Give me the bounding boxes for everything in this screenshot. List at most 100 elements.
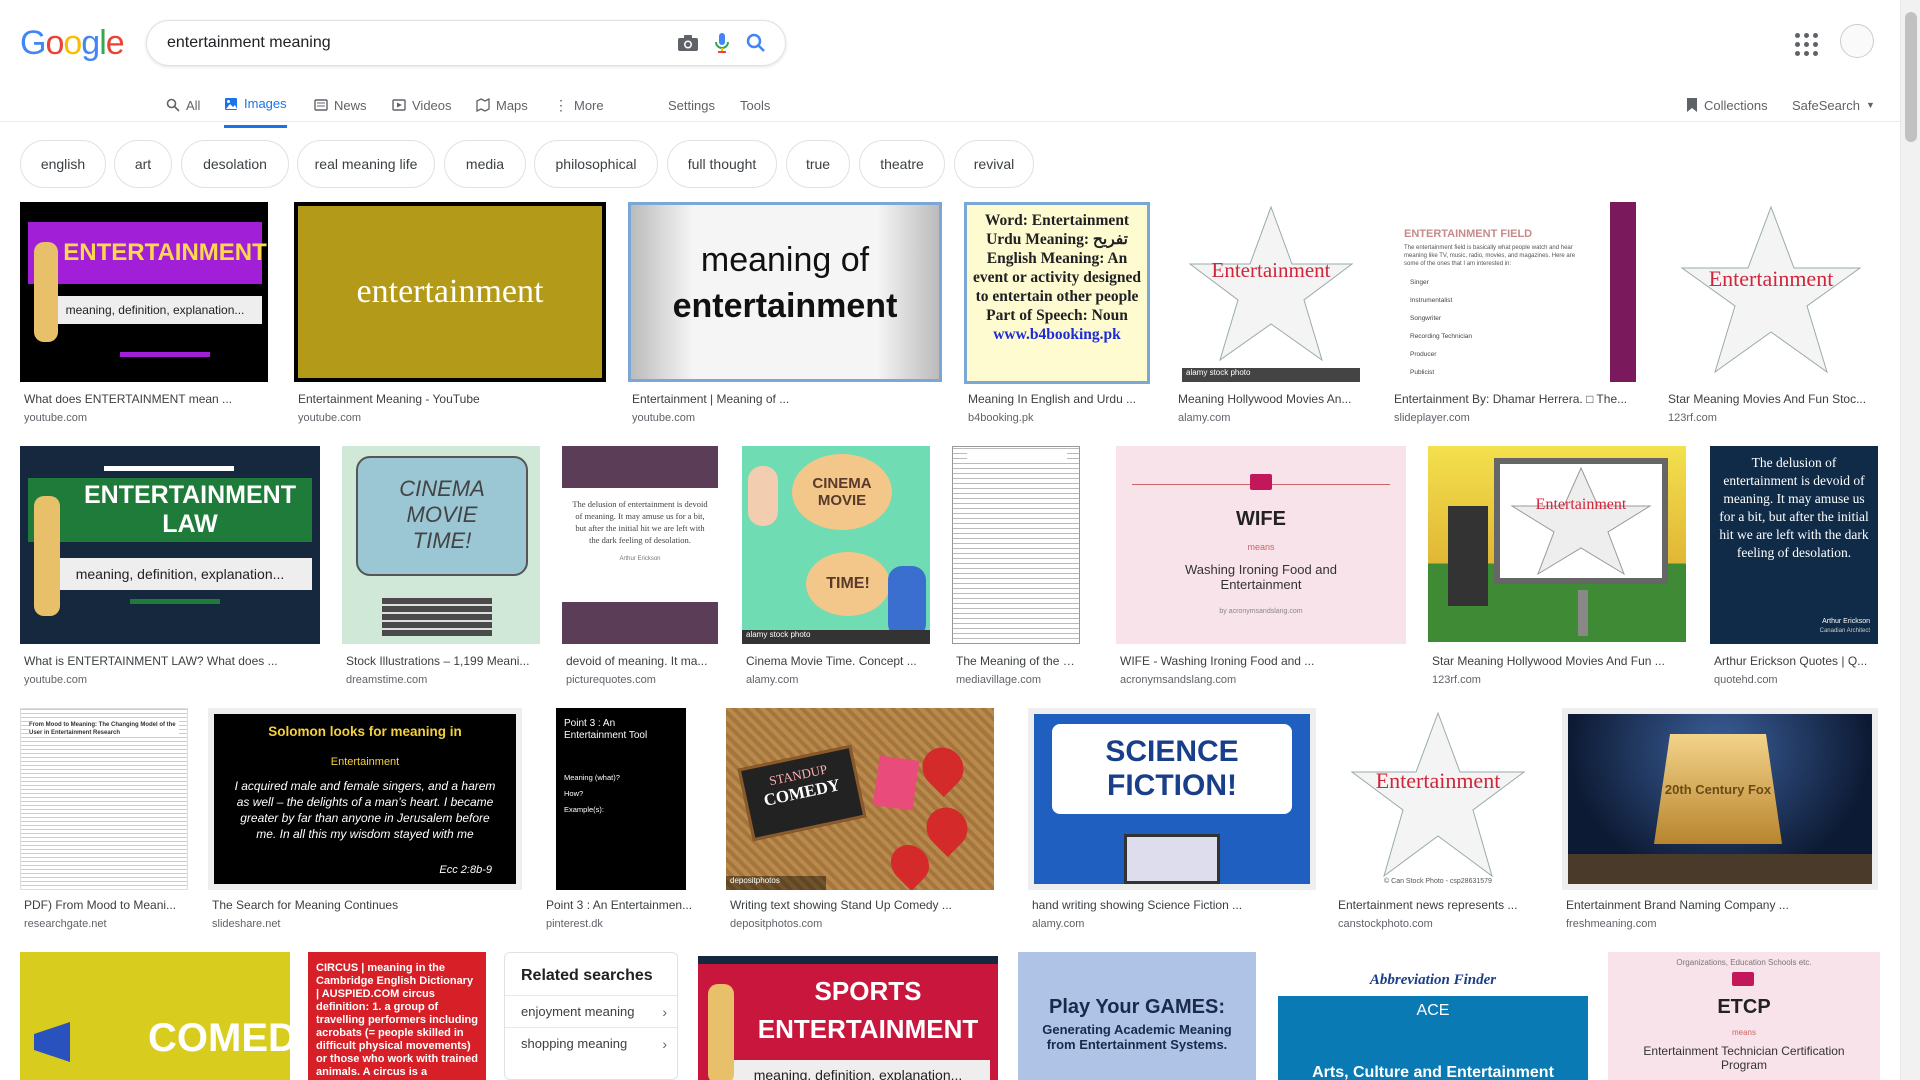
image-result[interactable]: Entertainment © Can Stock Photo - csp286… [1334, 708, 1544, 938]
tab-all[interactable]: All [166, 90, 200, 120]
result-caption[interactable]: The Search for Meaning Continues [212, 898, 522, 912]
image-result[interactable]: WIFE means Washing Ironing Food and Ente… [1116, 446, 1408, 686]
image-result[interactable]: From Mood to Meaning: The Changing Model… [20, 708, 190, 938]
chip-desolation[interactable]: desolation [181, 140, 289, 188]
tab-videos[interactable]: Videos [392, 90, 452, 120]
chip-theatre[interactable]: theatre [859, 140, 945, 188]
chevron-right-icon: › [662, 1035, 667, 1052]
result-caption[interactable]: Entertainment | Meaning of ... [632, 392, 932, 406]
image-result[interactable]: Abbreviation Finder ACE Arts, Culture an… [1278, 952, 1588, 1080]
chip-philosophical[interactable]: philosophical [534, 140, 658, 188]
image-result[interactable]: CINEMA MOVIE TIME! Stock Illustrations –… [342, 446, 542, 686]
related-item[interactable]: enjoyment meaning › [505, 995, 677, 1027]
image-result[interactable]: meaning of entertainment Entertainment |… [628, 202, 944, 424]
image-result[interactable]: ENTERTAINMENT FIELD The entertainment fi… [1390, 202, 1638, 424]
image-result[interactable]: entertainment Entertainment Meaning - Yo… [294, 202, 608, 424]
thumb-title: Entertainment [1535, 496, 1627, 513]
related-item[interactable]: shopping meaning › [505, 1027, 677, 1059]
chip-real-meaning-life[interactable]: real meaning life [297, 140, 435, 188]
search-icon[interactable] [739, 26, 773, 60]
result-caption[interactable]: Entertainment news represents ... [1338, 898, 1544, 912]
image-result[interactable]: Solomon looks for meaning in Entertainme… [208, 708, 524, 938]
chip-true[interactable]: true [786, 140, 850, 188]
result-caption[interactable]: Star Meaning Movies And Fun Stoc... [1668, 392, 1878, 406]
collections-link[interactable]: Collections [1686, 90, 1768, 120]
result-caption[interactable]: Writing text showing Stand Up Comedy ... [730, 898, 996, 912]
image-result[interactable]: The delusion of entertainment is devoid … [1710, 446, 1880, 686]
result-caption[interactable]: Meaning In English and Urdu ... [968, 392, 1154, 406]
microphone-icon[interactable] [705, 26, 739, 60]
cartoon-figure [708, 984, 734, 1080]
image-result[interactable]: Play Your GAMES: Generating Academic Mea… [1018, 952, 1256, 1080]
result-caption[interactable]: Point 3 : An Entertainmen... [546, 898, 702, 912]
chip-art[interactable]: art [114, 140, 172, 188]
image-result[interactable]: Point 3 : An Entertainment Tool Meaning … [542, 708, 702, 938]
tab-news[interactable]: News [314, 90, 367, 120]
result-caption[interactable]: WIFE - Washing Ironing Food and ... [1120, 654, 1400, 668]
result-caption[interactable]: Arthur Erickson Quotes | Q... [1714, 654, 1880, 668]
scrollbar[interactable] [1900, 0, 1920, 1080]
tab-images[interactable]: Images [224, 90, 287, 128]
result-caption[interactable]: Entertainment By: Dhamar Herrera. □ The.… [1394, 392, 1634, 406]
image-result[interactable]: Word: Entertainment Urdu Meaning: تفریح … [964, 202, 1154, 424]
google-logo[interactable]: Google [20, 24, 125, 63]
apps-grid-icon[interactable] [1792, 30, 1818, 56]
image-result[interactable]: Entertainment alamy stock photo Meaning … [1174, 202, 1370, 424]
result-caption[interactable]: hand writing showing Science Fiction ... [1032, 898, 1312, 912]
list-item: How? [564, 789, 584, 798]
image-result[interactable]: Organizations, Education Schools etc. ET… [1608, 952, 1880, 1080]
image-result[interactable]: COMEDY! [20, 952, 290, 1080]
result-caption[interactable]: Cinema Movie Time. Concept ... [746, 654, 932, 668]
image-result[interactable]: CINEMA MOVIE TIME! alamy stock photo Cin… [742, 446, 932, 686]
result-caption[interactable]: Meaning Hollywood Movies An... [1178, 392, 1368, 406]
search-input[interactable] [167, 34, 671, 52]
result-caption[interactable]: devoid of meaning. It ma... [566, 654, 720, 668]
tab-maps[interactable]: Maps [476, 90, 528, 120]
chip-media[interactable]: media [444, 140, 526, 188]
sticky-note [872, 755, 920, 811]
result-source: youtube.com [24, 412, 87, 424]
thumb-author: Arthur Erickson [619, 556, 661, 562]
result-caption[interactable]: PDF) From Mood to Meani... [24, 898, 190, 912]
thumb-title: SCIENCE FICTION! [1052, 724, 1292, 814]
tab-tools[interactable]: Tools [740, 90, 770, 120]
image-result[interactable]: CIRCUS | meaning in the Cambridge Englis… [308, 952, 486, 1080]
result-caption[interactable]: What is ENTERTAINMENT LAW? What does ... [24, 654, 314, 668]
image-result[interactable]: SPORTS ENTERTAINMENT meaning, definition… [698, 956, 998, 1080]
image-result[interactable]: Entertainment Star Meaning Movies And Fu… [1664, 202, 1880, 424]
image-result[interactable]: STANDUP COMEDY depositphotos Writing tex… [726, 708, 996, 938]
result-caption[interactable]: Entertainment Meaning - YouTube [298, 392, 598, 406]
avatar[interactable] [1840, 24, 1874, 58]
camera-icon[interactable] [671, 26, 705, 60]
tab-label: Videos [412, 97, 452, 113]
result-source: 123rf.com [1432, 674, 1481, 686]
result-caption[interactable]: Stock Illustrations – 1,199 Meani... [346, 654, 542, 668]
chip-full-thought[interactable]: full thought [667, 140, 777, 188]
image-result[interactable]: The Meaning of the M... mediavillage.com [952, 446, 1082, 686]
safesearch-dropdown[interactable]: SafeSearch ▼ [1792, 90, 1875, 120]
chip-english[interactable]: english [20, 140, 106, 188]
tab-more[interactable]: ⋮ More [554, 90, 604, 120]
thumb-title: ENTERTAINMENT LAW [83, 481, 297, 538]
thumb-title: meaning of [700, 241, 870, 279]
result-source: b4booking.pk [968, 412, 1034, 424]
result-caption[interactable]: Entertainment Brand Naming Company ... [1566, 898, 1866, 912]
image-result[interactable]: Entertainment Star Meaning Hollywood Mov… [1428, 446, 1688, 686]
tab-label: Settings [668, 97, 715, 113]
image-result[interactable]: SCIENCE FICTION! hand writing showing Sc… [1028, 708, 1318, 938]
tab-settings[interactable]: Settings [668, 90, 715, 120]
result-caption[interactable]: What does ENTERTAINMENT mean ... [24, 392, 264, 406]
chip-revival[interactable]: revival [954, 140, 1034, 188]
chip-label: media [465, 156, 505, 172]
image-result[interactable]: ENTERTAINMENT LAW meaning, definition, e… [20, 446, 320, 686]
image-result[interactable]: ENTERTAINMENT meaning, definition, expla… [20, 202, 270, 424]
scrollbar-thumb[interactable] [1905, 12, 1917, 142]
speech-bubble: TIME! [806, 552, 890, 616]
thumb-quote: I acquired male and female singers, and … [234, 779, 496, 841]
image-result[interactable]: 20th Century Fox Entertainment Brand Nam… [1562, 708, 1880, 938]
result-caption[interactable]: Star Meaning Hollywood Movies And Fun ..… [1432, 654, 1682, 668]
result-caption[interactable]: The Meaning of the M... [956, 654, 1082, 668]
image-result[interactable]: The delusion of entertainment is devoid … [562, 446, 720, 686]
result-thumbnail: STANDUP COMEDY depositphotos [726, 708, 994, 890]
tab-label: Maps [496, 97, 528, 113]
